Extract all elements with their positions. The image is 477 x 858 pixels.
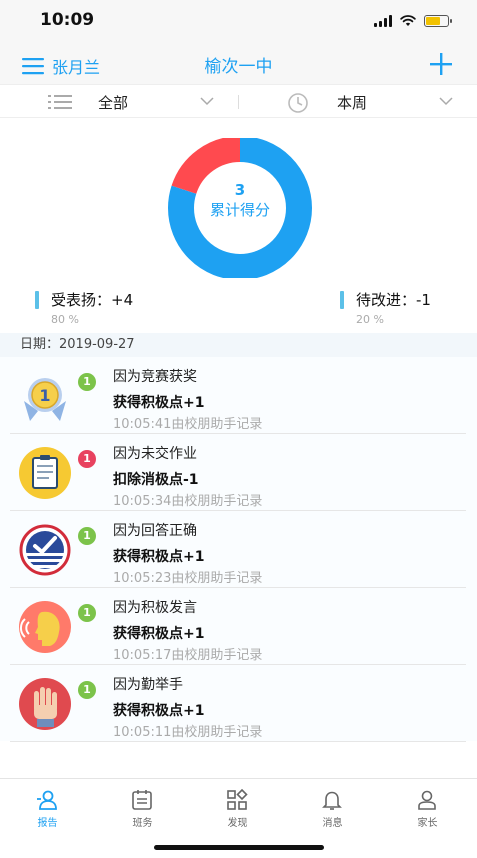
calendar-icon <box>132 790 152 810</box>
date-header: 日期：2019-09-27 <box>0 333 477 357</box>
chevron-down-icon <box>439 97 453 106</box>
bell-icon <box>322 791 342 810</box>
checkmark-shield-icon <box>19 524 71 576</box>
record-meta: 10:05:23由校朋助手记录 <box>113 571 263 586</box>
person-icon <box>418 790 436 810</box>
praise-label: 受表扬：+4 <box>51 291 134 309</box>
record-badge: 1 <box>78 681 96 699</box>
record-points: 获得积极点+1 <box>113 626 205 642</box>
add-icon[interactable] <box>427 50 455 78</box>
menu-button[interactable]: 张月兰 <box>22 54 100 78</box>
record-reason: 因为竞赛获奖 <box>113 369 197 385</box>
grid-icon <box>227 788 248 810</box>
record-badge: 1 <box>78 373 96 391</box>
status-icons <box>374 13 452 29</box>
medal-icon: 1 <box>24 378 66 421</box>
list-item[interactable]: 1 1 因为竞赛获奖 获得积极点+1 10:05:41由校朋助手记录 <box>10 357 466 434</box>
record-badge: 1 <box>78 450 96 468</box>
record-meta: 10:05:11由校朋助手记录 <box>113 725 263 740</box>
tab-label: 消息 <box>322 818 343 829</box>
praise-percent: 80 % <box>51 313 79 326</box>
record-list: 1 1 因为竞赛获奖 获得积极点+1 10:05:41由校朋助手记录 1 因为未… <box>0 357 477 742</box>
total-score: 3 <box>234 181 246 199</box>
user-name: 张月兰 <box>52 58 101 77</box>
report-icon <box>37 790 57 810</box>
tab-messages[interactable]: 消息 <box>285 779 380 833</box>
battery-icon <box>424 15 452 27</box>
list-item[interactable]: 1 因为未交作业 扣除消极点-1 10:05:34由校朋助手记录 <box>10 434 466 511</box>
category-filter[interactable]: 全部 <box>0 85 238 119</box>
tab-discover[interactable]: 发现 <box>190 779 285 833</box>
clipboard-icon <box>19 447 71 499</box>
tab-report[interactable]: 报告 <box>0 779 95 833</box>
record-badge: 1 <box>78 527 96 545</box>
status-time: 10:09 <box>40 10 95 30</box>
record-points: 获得积极点+1 <box>113 549 205 565</box>
nav-bar: 张月兰 榆次一中 <box>0 44 477 84</box>
improve-marker <box>340 291 344 309</box>
improve-label: 待改进：-1 <box>356 291 431 309</box>
tab-label: 报告 <box>37 818 58 829</box>
period-filter-label: 本周 <box>337 93 368 112</box>
period-filter[interactable]: 本周 <box>239 85 477 119</box>
record-points: 扣除消极点-1 <box>113 472 199 488</box>
record-meta: 10:05:17由校朋助手记录 <box>113 648 263 663</box>
record-reason: 因为回答正确 <box>113 523 197 539</box>
status-bar: 10:09 <box>0 0 477 44</box>
tab-class-affairs[interactable]: 班务 <box>95 779 190 833</box>
donut-center: 3 累计得分 <box>146 180 334 220</box>
record-badge: 1 <box>78 604 96 622</box>
tab-label: 班务 <box>132 818 153 829</box>
record-meta: 10:05:41由校朋助手记录 <box>113 417 263 432</box>
praise-marker <box>35 291 39 309</box>
record-points: 获得积极点+1 <box>113 703 205 719</box>
speaking-head-icon <box>19 601 71 653</box>
signal-icon <box>374 15 392 27</box>
record-points: 获得积极点+1 <box>113 395 205 411</box>
filter-bar: 全部 本周 <box>0 84 477 118</box>
improve-percent: 20 % <box>356 313 384 326</box>
svg-text:1: 1 <box>39 386 50 405</box>
list-item[interactable]: 1 因为积极发言 获得积极点+1 10:05:17由校朋助手记录 <box>10 588 466 665</box>
record-reason: 因为未交作业 <box>113 446 197 462</box>
category-filter-label: 全部 <box>98 93 129 112</box>
tab-label: 家长 <box>417 818 438 829</box>
list-icon <box>48 95 72 109</box>
list-item[interactable]: 1 因为勤举手 获得积极点+1 10:05:11由校朋助手记录 <box>10 665 466 742</box>
record-meta: 10:05:34由校朋助手记录 <box>113 494 263 509</box>
total-score-label: 累计得分 <box>209 201 270 219</box>
record-reason: 因为积极发言 <box>113 600 197 616</box>
raised-hand-icon <box>19 678 71 730</box>
list-item[interactable]: 1 因为回答正确 获得积极点+1 10:05:23由校朋助手记录 <box>10 511 466 588</box>
record-reason: 因为勤举手 <box>113 677 183 693</box>
hamburger-icon <box>22 58 44 75</box>
wifi-icon <box>400 15 416 26</box>
tab-label: 发现 <box>227 818 248 829</box>
chevron-down-icon <box>200 97 214 106</box>
home-indicator <box>154 845 324 850</box>
clock-icon <box>288 93 308 113</box>
tab-parents[interactable]: 家长 <box>380 779 475 833</box>
